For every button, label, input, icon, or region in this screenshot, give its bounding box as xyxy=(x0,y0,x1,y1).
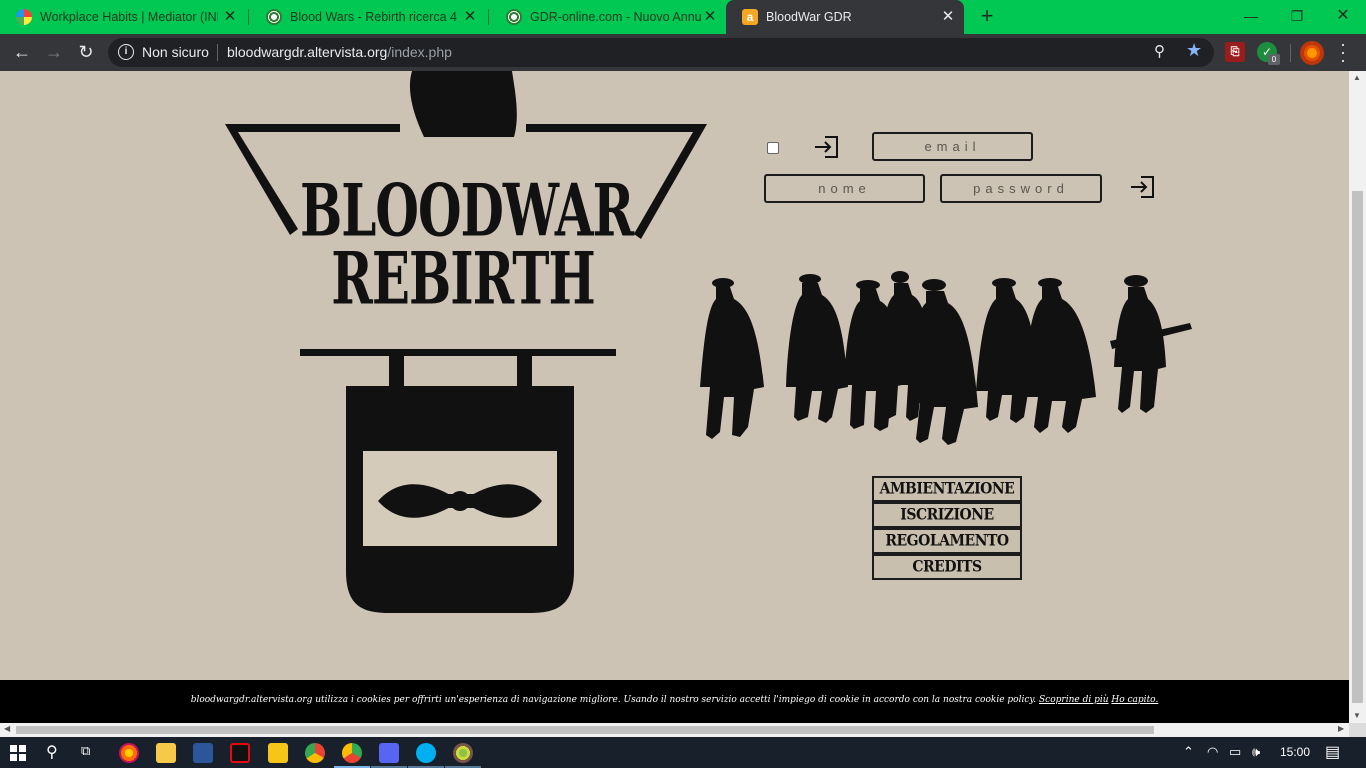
password-field[interactable] xyxy=(940,174,1102,203)
tab-separator xyxy=(488,9,489,25)
firefox-icon[interactable] xyxy=(119,743,139,763)
cookie-text: bloodwargdr.altervista.org utilizza i co… xyxy=(190,695,1037,705)
tab-title: GDR-online.com - Nuovo Annunc xyxy=(530,10,702,24)
clock[interactable]: 15:00 xyxy=(1280,745,1310,759)
sign-chain-right xyxy=(517,356,532,390)
cookie-banner: bloodwargdr.altervista.org utilizza i co… xyxy=(0,680,1349,723)
cookie-accept-link[interactable]: Ho capito. xyxy=(1111,695,1158,705)
notes-icon[interactable] xyxy=(268,743,288,763)
menu-button-ambientazione[interactable]: AMBIENTAZIONE xyxy=(872,476,1022,502)
scroll-down-icon[interactable]: ▼ xyxy=(1353,711,1361,720)
notifications-icon[interactable]: ▤ xyxy=(1325,742,1340,762)
login-submit-icon[interactable] xyxy=(1129,175,1155,199)
tab-strip: Workplace Habits | Mediator (INF ✕ Blood… xyxy=(0,0,1366,34)
battery-icon[interactable]: ▭ xyxy=(1229,744,1241,760)
menu-label: CREDITS xyxy=(912,557,982,577)
menu-button-iscrizione[interactable]: ISCRIZIONE xyxy=(872,502,1022,528)
url-path: /index.php xyxy=(387,44,452,60)
tab-bloodwar-gdr[interactable]: a BloodWar GDR ✕ xyxy=(726,0,964,34)
back-button[interactable]: ← xyxy=(10,41,34,65)
wifi-icon[interactable]: ◠ xyxy=(1207,744,1218,760)
gdr-favicon-icon xyxy=(266,9,282,25)
tab-blood-wars-rebirth[interactable]: Blood Wars - Rebirth ricerca 4 M ✕ xyxy=(250,0,486,34)
horizontal-scrollbar[interactable]: ◀ ▶ xyxy=(0,723,1349,737)
logo-title-line2: REBIRTH xyxy=(331,235,595,322)
scrollbar-thumb[interactable] xyxy=(16,726,1154,734)
sign-bar xyxy=(300,349,616,356)
menu-label: ISCRIZIONE xyxy=(900,505,994,525)
tab-title: BloodWar GDR xyxy=(766,10,852,24)
logo-top-mark xyxy=(409,71,517,137)
close-icon[interactable]: ✕ xyxy=(940,9,956,25)
chrome-icon[interactable] xyxy=(305,743,325,763)
word-icon[interactable] xyxy=(193,743,213,763)
menu-button-regolamento[interactable]: REGOLAMENTO xyxy=(872,528,1022,554)
scroll-left-icon[interactable]: ◀ xyxy=(4,724,10,733)
chevron-up-icon[interactable]: ⌃ xyxy=(1183,744,1194,760)
scrollbar-corner xyxy=(1349,723,1366,737)
close-icon[interactable]: ✕ xyxy=(702,9,718,25)
scroll-up-icon[interactable]: ▲ xyxy=(1353,73,1361,82)
file-explorer-icon[interactable] xyxy=(156,743,176,763)
scrollbar-thumb[interactable] xyxy=(1352,191,1363,703)
vertical-scrollbar[interactable]: ▲ ▼ xyxy=(1349,71,1366,723)
new-tab-button[interactable]: + xyxy=(976,5,998,28)
bloodwar-logo xyxy=(225,71,707,613)
close-window-button[interactable]: ✕ xyxy=(1320,0,1366,34)
remember-checkbox[interactable] xyxy=(767,142,779,154)
page-viewport: BLOODWAR REBIRTH email nome password AMB… xyxy=(0,71,1349,723)
url-text[interactable]: bloodwargdr.altervista.org/index.php xyxy=(227,44,452,60)
browser-toolbar: ← → ↻ i Non sicuro bloodwargdr.altervist… xyxy=(0,34,1366,71)
restore-button[interactable]: ❐ xyxy=(1274,0,1320,34)
skype-icon[interactable] xyxy=(416,743,436,763)
forward-button[interactable]: → xyxy=(42,41,66,65)
gang-silhouette-illustration xyxy=(700,271,1192,445)
multicolor-favicon-icon xyxy=(16,9,32,25)
netflix-icon[interactable] xyxy=(230,743,250,763)
url-host: bloodwargdr.altervista.org xyxy=(227,44,388,60)
paint-icon[interactable] xyxy=(453,743,473,763)
email-field[interactable] xyxy=(872,132,1033,161)
menu-dots-icon[interactable]: · · · xyxy=(1338,35,1348,69)
profile-avatar[interactable] xyxy=(1300,41,1324,65)
info-icon[interactable]: i xyxy=(118,44,134,60)
menu-label: REGOLAMENTO xyxy=(885,531,1009,551)
tab-title: Workplace Habits | Mediator (INF xyxy=(40,10,218,24)
scroll-right-icon[interactable]: ▶ xyxy=(1338,724,1344,733)
tab-title: Blood Wars - Rebirth ricerca 4 M xyxy=(290,10,460,24)
tab-workplace-habits[interactable]: Workplace Habits | Mediator (INF ✕ xyxy=(0,0,246,34)
extension-badge: 0 xyxy=(1268,54,1280,65)
bookmark-star-icon[interactable]: ★ xyxy=(1186,40,1202,61)
chrome-active-icon[interactable] xyxy=(342,743,362,763)
cookie-learn-more-link[interactable]: Scoprine di più xyxy=(1039,695,1109,705)
sign-chain-left xyxy=(389,356,404,390)
altervista-favicon-icon: a xyxy=(742,9,758,25)
zoom-icon[interactable]: ⚲ xyxy=(1154,42,1165,60)
minimize-button[interactable]: — xyxy=(1228,0,1274,34)
divider xyxy=(217,44,218,61)
pdf-extension-icon[interactable]: ⎘ xyxy=(1225,42,1245,62)
divider xyxy=(1290,44,1291,62)
windows-start-icon[interactable] xyxy=(10,745,26,761)
close-icon[interactable]: ✕ xyxy=(222,9,238,25)
tab-gdr-online[interactable]: GDR-online.com - Nuovo Annunc ✕ xyxy=(490,0,726,34)
discord-icon[interactable] xyxy=(379,743,399,763)
security-label: Non sicuro xyxy=(142,44,209,60)
address-bar[interactable]: i Non sicuro bloodwargdr.altervista.org/… xyxy=(108,38,1214,67)
volume-icon[interactable]: 🕪 xyxy=(1252,744,1260,760)
reload-button[interactable]: ↻ xyxy=(74,41,98,65)
gdr-favicon-icon xyxy=(506,9,522,25)
menu-label: AMBIENTAZIONE xyxy=(879,479,1015,499)
tab-separator xyxy=(248,9,249,25)
close-icon[interactable]: ✕ xyxy=(462,9,478,25)
task-view-icon[interactable]: ⧉ xyxy=(81,743,90,759)
name-field[interactable] xyxy=(764,174,925,203)
menu-button-credits[interactable]: CREDITS xyxy=(872,554,1022,580)
windows-taskbar: ⚲ ⧉ ⌃ ◠ ▭ 🕪 15:00 ▤ xyxy=(0,737,1366,768)
search-icon[interactable]: ⚲ xyxy=(46,742,58,762)
login-icon[interactable] xyxy=(813,135,839,159)
